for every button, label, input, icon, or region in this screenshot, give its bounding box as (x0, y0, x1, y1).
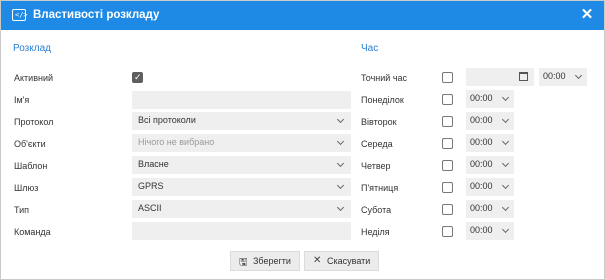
active-checkbox[interactable]: ✓ (132, 72, 143, 83)
check-icon: ✓ (134, 72, 142, 82)
exact-time-select[interactable]: 00:00 (539, 68, 587, 86)
command-input[interactable] (132, 222, 351, 240)
save-button[interactable]: 🖫 Зберегти (230, 251, 300, 271)
exact-time-checkbox[interactable] (442, 72, 453, 83)
chevron-down-icon (336, 115, 345, 124)
day-checkbox[interactable] (442, 204, 453, 215)
active-label: Активний (14, 73, 53, 83)
name-input[interactable] (132, 91, 351, 109)
type-value: ASCII (138, 203, 162, 213)
day-checkbox[interactable] (442, 138, 453, 149)
day-time-select[interactable]: 00:00 (466, 222, 514, 240)
chevron-down-icon (574, 71, 583, 80)
time-section-title: Час (361, 43, 379, 54)
floppy-disk-icon: 🖫 (239, 257, 248, 268)
x-icon: ✕ (313, 255, 322, 266)
chevron-down-icon (336, 137, 345, 146)
type-label: Тип (14, 205, 30, 215)
objects-label: Об'єкти (14, 139, 46, 149)
chevron-down-icon (501, 93, 510, 102)
template-value: Власне (138, 159, 169, 169)
close-icon[interactable]: ✕ (579, 7, 595, 23)
day-label: Вівторок (361, 117, 397, 127)
day-time-value: 00:00 (470, 225, 493, 235)
code-icon: </> (12, 9, 28, 21)
day-time-value: 00:00 (470, 203, 493, 213)
day-time-select[interactable]: 00:00 (466, 112, 514, 130)
title-bar: </> Властивості розкладу ✕ (1, 1, 604, 30)
template-label: Шаблон (14, 161, 48, 171)
cancel-button-label: Скасувати (327, 256, 371, 266)
chevron-down-icon (501, 225, 510, 234)
gateway-label: Шлюз (14, 183, 39, 193)
protocol-select[interactable]: Всі протоколи (132, 112, 351, 130)
objects-select[interactable]: Нічого не вибрано (132, 134, 351, 152)
day-time-value: 00:00 (470, 93, 493, 103)
cancel-button[interactable]: ✕ Скасувати (304, 251, 379, 271)
chevron-down-icon (501, 137, 510, 146)
protocol-value: Всі протоколи (138, 115, 196, 125)
chevron-down-icon (336, 159, 345, 168)
day-label: Неділя (361, 227, 390, 237)
day-checkbox[interactable] (442, 116, 453, 127)
day-checkbox[interactable] (442, 160, 453, 171)
command-label: Команда (14, 227, 51, 237)
name-label: Ім'я (14, 95, 30, 105)
day-time-value: 00:00 (470, 115, 493, 125)
day-checkbox[interactable] (442, 182, 453, 193)
exact-time-label: Точний час (361, 73, 408, 83)
day-label: Понеділок (361, 95, 404, 105)
day-time-select[interactable]: 00:00 (466, 200, 514, 218)
calendar-icon (519, 72, 528, 81)
day-time-select[interactable]: 00:00 (466, 90, 514, 108)
schedule-section-title: Розклад (13, 43, 51, 54)
protocol-label: Протокол (14, 117, 54, 127)
chevron-down-icon (336, 203, 345, 212)
chevron-down-icon (501, 159, 510, 168)
type-select[interactable]: ASCII (132, 200, 351, 218)
day-label: П'ятниця (361, 183, 399, 193)
gateway-select[interactable]: GPRS (132, 178, 351, 196)
day-time-value: 00:00 (470, 181, 493, 191)
day-checkbox[interactable] (442, 226, 453, 237)
day-label: Середа (361, 139, 393, 149)
save-button-label: Зберегти (253, 256, 291, 266)
chevron-down-icon (501, 181, 510, 190)
chevron-down-icon (336, 181, 345, 190)
day-time-select[interactable]: 00:00 (466, 178, 514, 196)
day-time-select[interactable]: 00:00 (466, 156, 514, 174)
objects-placeholder: Нічого не вибрано (138, 137, 215, 147)
day-time-value: 00:00 (470, 137, 493, 147)
exact-time-value: 00:00 (543, 71, 566, 81)
day-label: Четвер (361, 161, 391, 171)
chevron-down-icon (501, 115, 510, 124)
day-time-select[interactable]: 00:00 (466, 134, 514, 152)
dialog-title: Властивості розкладу (33, 9, 160, 21)
gateway-value: GPRS (138, 181, 164, 191)
chevron-down-icon (501, 203, 510, 212)
title-icon-glyph: </> (15, 11, 28, 19)
day-checkbox[interactable] (442, 94, 453, 105)
day-time-value: 00:00 (470, 159, 493, 169)
exact-date-input[interactable] (466, 68, 534, 86)
day-label: Субота (361, 205, 392, 215)
template-select[interactable]: Власне (132, 156, 351, 174)
schedule-properties-dialog: </> Властивості розкладу ✕ Розклад Актив… (0, 0, 605, 280)
